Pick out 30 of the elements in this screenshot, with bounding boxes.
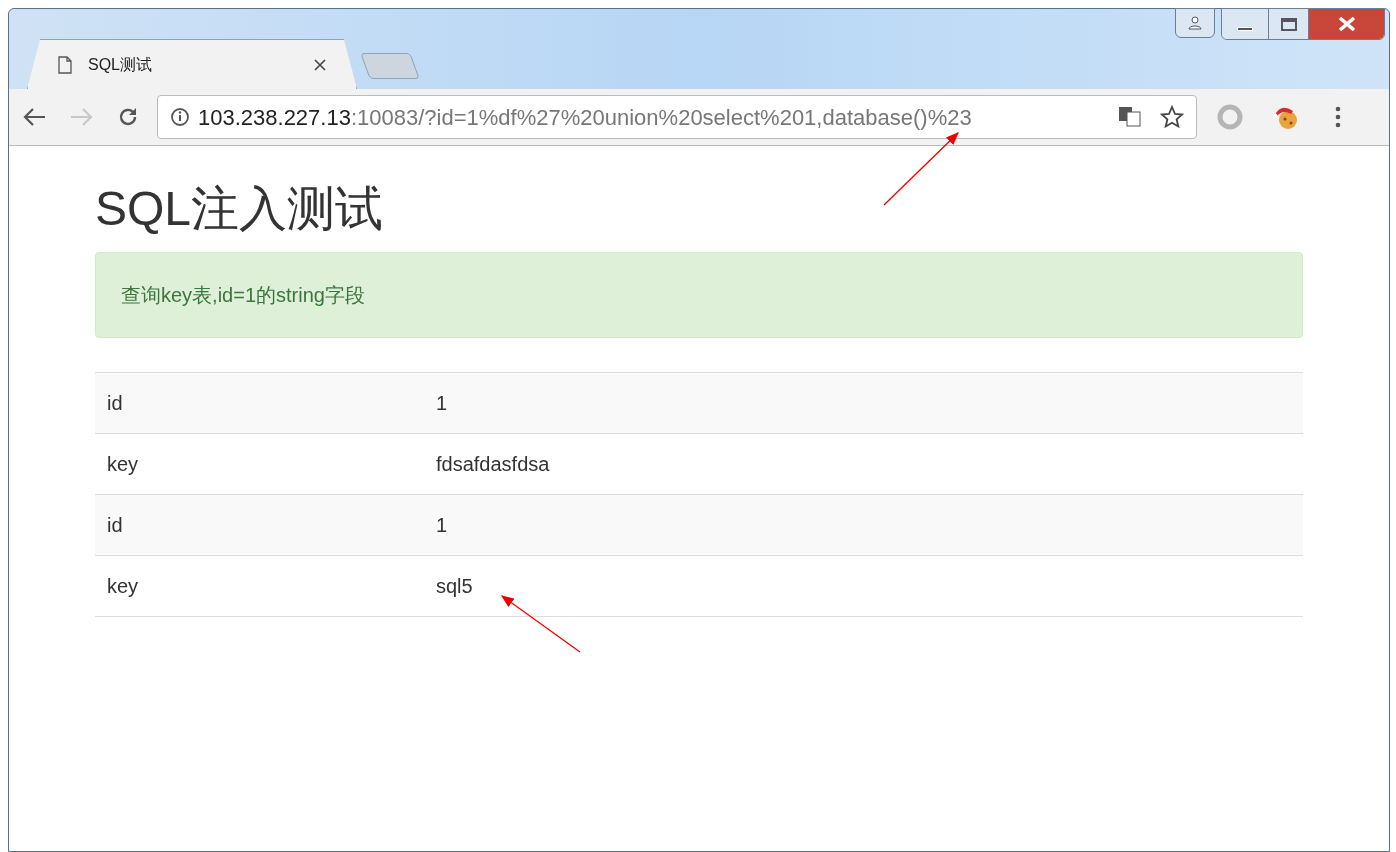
table-cell-text: sql5: [436, 574, 473, 599]
minimize-icon: [1237, 27, 1253, 31]
info-alert: 查询key表,id=1的string字段: [95, 252, 1303, 338]
page-heading: SQL注入测试: [95, 182, 385, 236]
close-icon: [1337, 17, 1356, 31]
menu-icon[interactable]: [1335, 106, 1341, 128]
minimize-button[interactable]: [1222, 9, 1268, 39]
maximize-icon: [1280, 17, 1297, 31]
translate-icon[interactable]: [1118, 106, 1142, 128]
profile-button[interactable]: [1175, 8, 1215, 38]
table-cell-text: 1: [436, 391, 448, 416]
close-icon[interactable]: [314, 58, 326, 71]
address-bar[interactable]: 103.238.227.13:10083/?id=1%df%27%20union%20select%201,database()%23: [157, 95, 1197, 139]
reload-icon[interactable]: [117, 106, 139, 128]
info-icon: [170, 107, 190, 127]
browser-tab[interactable]: SQL测试: [27, 39, 357, 89]
close-button[interactable]: [1308, 9, 1384, 39]
table-cell-text: key: [106, 452, 140, 477]
document-icon: [58, 55, 72, 74]
back-arrow-icon[interactable]: [23, 107, 47, 127]
maximize-button[interactable]: [1268, 9, 1308, 39]
tab-title: SQL测试: [88, 54, 153, 75]
star-icon[interactable]: [1160, 105, 1184, 129]
url-text: 103.238.227.13:10083/?id=1%df%27%20union%20select%201,database()%23: [198, 103, 973, 132]
table-cell-text: key: [106, 574, 140, 599]
table-cell-text: 1: [436, 513, 448, 538]
person-icon: [1188, 16, 1202, 30]
table-cell-text: fdsafdasfdsa: [436, 452, 550, 477]
table-cell-text: id: [106, 513, 124, 538]
table-cell-text: id: [106, 391, 124, 416]
